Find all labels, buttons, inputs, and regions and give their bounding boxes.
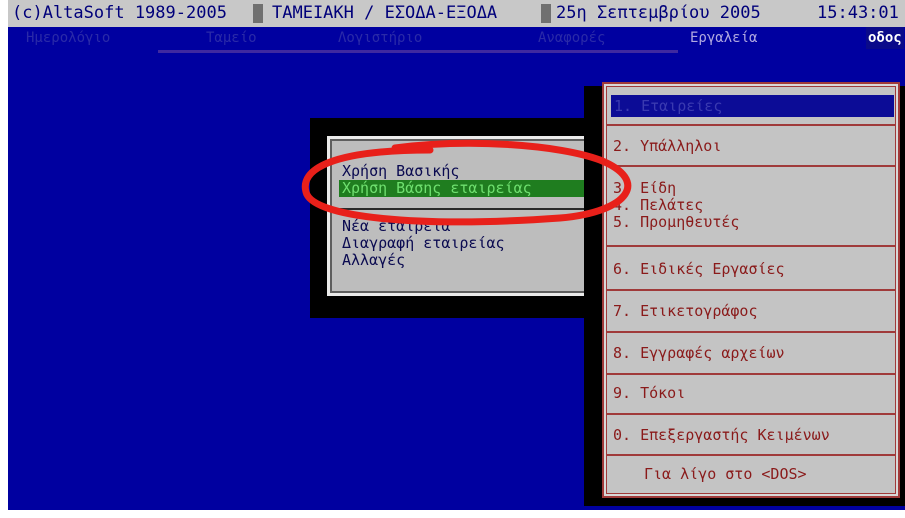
submenu-item-delete-company[interactable]: Διαγραφή εταιρείας <box>342 235 505 252</box>
menu-option-text-editor[interactable]: 0. Επεξεργαστής Κειμένων <box>613 427 830 444</box>
title-bar: (c)AltaSoft 1989-2005 ΤΑΜΕΙΑΚΗ / ΕΣΟΔΑ-Ε… <box>8 0 905 27</box>
menu-divider <box>607 413 895 415</box>
menu-item-cash[interactable]: Ταμείο <box>206 27 257 49</box>
date-text: 25η Σεπτεμβρίου 2005 <box>556 3 761 23</box>
module-title: ΤΑΜΕΙΑΚΗ / ΕΣΟΔΑ-ΕΞΟΔΑ <box>272 3 498 23</box>
menu-option-suppliers[interactable]: 5. Προμηθευτές <box>613 214 739 231</box>
submenu-item-use-basic[interactable]: Χρήση Βασικής <box>342 163 459 180</box>
submenu-divider <box>339 208 603 210</box>
menu-divider <box>607 331 895 333</box>
menu-item-tools[interactable]: Εργαλεία <box>690 27 757 49</box>
tools-menu: 1. Εταιρείες 2. Υπάλληλοι 3. Είδη 4. Πελ… <box>602 82 900 498</box>
menu-item-reports[interactable]: Αναφορές <box>538 27 605 49</box>
menu-divider <box>607 373 895 375</box>
menu-option-special-tasks[interactable]: 6. Ειδικές Εργασίες <box>613 261 785 278</box>
menu-option-companies[interactable]: 1. Εταιρείες <box>611 95 894 117</box>
menu-option-employees[interactable]: 2. Υπάλληλοι <box>613 138 721 155</box>
menu-option-customers[interactable]: 4. Πελάτες <box>613 197 703 214</box>
submenu-item-use-company-db[interactable]: Χρήση Βάσης εταιρείας <box>339 180 606 197</box>
menu-divider <box>607 454 895 456</box>
menu-item-journal[interactable]: Ημερολόγιο <box>26 27 110 49</box>
menu-item-exit[interactable]: οδος <box>866 27 904 49</box>
submenu-item-new-company[interactable]: Νέα εταιρεία <box>342 218 450 235</box>
menu-divider <box>607 165 895 167</box>
menu-divider <box>607 289 895 291</box>
menu-option-items[interactable]: 3. Είδη <box>613 180 676 197</box>
title-separator <box>253 4 263 23</box>
menu-divider <box>607 245 895 247</box>
copyright-text: (c)AltaSoft 1989-2005 <box>12 3 227 23</box>
dos-screen: (c)AltaSoft 1989-2005 ΤΑΜΕΙΑΚΗ / ΕΣΟΔΑ-Ε… <box>8 0 905 510</box>
clock-text: 15:43:01 <box>817 3 899 23</box>
menu-option-interest[interactable]: 9. Τόκοι <box>613 385 685 402</box>
menu-option-label-printer[interactable]: 7. Ετικετογράφος <box>613 303 758 320</box>
menu-divider <box>607 124 895 126</box>
menu-item-accounting[interactable]: Λογιστήριο <box>338 27 422 49</box>
menu-option-dos-shell[interactable]: Για λίγο στο <DOS> <box>644 466 807 483</box>
submenu-item-changes[interactable]: Αλλαγές <box>342 252 405 269</box>
menu-option-file-records[interactable]: 8. Εγγραφές αρχείων <box>613 345 785 362</box>
database-submenu: Χρήση Βασικής Χρήση Βάσης εταιρείας Νέα … <box>327 136 615 296</box>
menu-bar: Ημερολόγιο Ταμείο Λογιστήριο Αναφορές Ερ… <box>8 27 905 49</box>
screen-artifact <box>158 50 678 53</box>
title-separator <box>541 4 551 23</box>
